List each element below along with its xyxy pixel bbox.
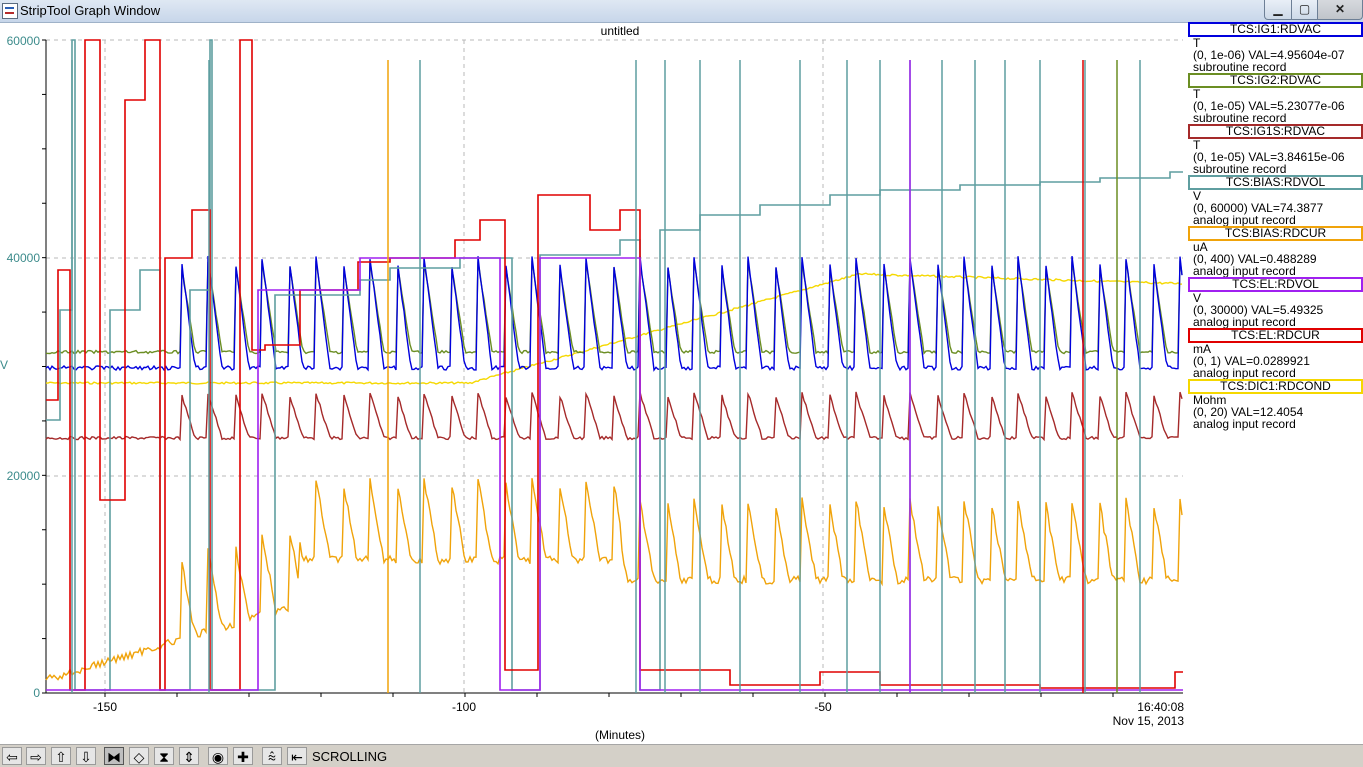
zoom-in-y-button[interactable]: ⧗ <box>154 747 174 765</box>
legend-signal-name[interactable]: TCS:BIAS:RDCUR <box>1188 226 1363 241</box>
zoom-out-y-button[interactable]: ⇕ <box>179 747 199 765</box>
legend-item[interactable]: TCS:IG2:RDVAC T (0, 1e-05) VAL=5.23077e-… <box>1188 73 1363 124</box>
jump-to-now-button[interactable]: ⇤ <box>287 747 307 765</box>
timestamp-time: 16:40:08 <box>1137 700 1184 714</box>
legend-record-type: subroutine record <box>1193 60 1287 74</box>
y-tick-label: 40000 <box>6 251 40 265</box>
legend-item[interactable]: TCS:BIAS:RDCUR uA (0, 400) VAL=0.488289 … <box>1188 226 1363 277</box>
legend-panel: TCS:IG1:RDVAC T (0, 1e-06) VAL=4.95604e-… <box>1188 22 1363 742</box>
zoom-out-x-button[interactable]: ◇ <box>129 747 149 765</box>
legend-signal-name[interactable]: TCS:DIC1:RDCOND <box>1188 379 1363 394</box>
legend-item[interactable]: TCS:IG1S:RDVAC T (0, 1e-05) VAL=3.84615e… <box>1188 124 1363 175</box>
legend-item[interactable]: TCS:IG1:RDVAC T (0, 1e-06) VAL=4.95604e-… <box>1188 22 1363 73</box>
pan-left-button[interactable]: ⇦ <box>2 747 22 765</box>
legend-record-type: analog input record <box>1193 264 1296 278</box>
x-axis-label: (Minutes) <box>594 728 645 742</box>
x-tick-label: -50 <box>814 700 832 714</box>
legend-signal-name[interactable]: TCS:BIAS:RDVOL <box>1188 175 1363 190</box>
legend-record-type: analog input record <box>1193 366 1296 380</box>
legend-record-type: analog input record <box>1193 315 1296 329</box>
legend-signal-name[interactable]: TCS:IG2:RDVAC <box>1188 73 1363 88</box>
legend-item[interactable]: TCS:BIAS:RDVOL V (0, 60000) VAL=74.3877 … <box>1188 175 1363 226</box>
trace-ig1s-rdvac <box>45 391 1183 442</box>
control-toolbar: ⇦ ⇨ ⇧ ⇩ ⧓ ◇ ⧗ ⇕ ◉ ✚ ⩯ ⇤ SCROLLING <box>0 744 1363 767</box>
legend-record-type: analog input record <box>1193 417 1296 431</box>
legend-signal-name[interactable]: TCS:IG1:RDVAC <box>1188 22 1363 37</box>
legend-signal-name[interactable]: TCS:EL:RDCUR <box>1188 328 1363 343</box>
current-timestamp: 16:40:08 Nov 15, 2013 <box>1090 700 1184 728</box>
legend-item[interactable]: TCS:EL:RDCUR mA (0, 1) VAL=0.0289921 ana… <box>1188 328 1363 379</box>
timestamp-date: Nov 15, 2013 <box>1112 714 1184 728</box>
refresh-button[interactable]: ◉ <box>208 747 228 765</box>
trace-bias-rdcur <box>45 478 1183 681</box>
autoscale-button[interactable]: ⩯ <box>262 747 282 765</box>
strip-chart[interactable] <box>0 0 1363 766</box>
x-tick-label: -150 <box>92 700 118 714</box>
legend-signal-name[interactable]: TCS:EL:RDVOL <box>1188 277 1363 292</box>
x-tick-label: -100 <box>451 700 477 714</box>
pan-up-button[interactable]: ⇧ <box>51 747 71 765</box>
legend-item[interactable]: TCS:DIC1:RDCOND Mohm (0, 20) VAL=12.4054… <box>1188 379 1363 430</box>
y-tick-label: 0 <box>33 686 40 700</box>
y-tick-label: 60000 <box>6 34 40 48</box>
zoom-in-x-button[interactable]: ⧓ <box>104 747 124 765</box>
pan-right-button[interactable]: ⇨ <box>26 747 46 765</box>
y-tick-label: 20000 <box>6 469 40 483</box>
legend-signal-name[interactable]: TCS:IG1S:RDVAC <box>1188 124 1363 139</box>
add-button[interactable]: ✚ <box>233 747 253 765</box>
legend-record-type: analog input record <box>1193 213 1296 227</box>
legend-record-type: subroutine record <box>1193 162 1287 176</box>
y-axis-unit: V <box>0 358 9 372</box>
legend-item[interactable]: TCS:EL:RDVOL V (0, 30000) VAL=5.49325 an… <box>1188 277 1363 328</box>
legend-record-type: subroutine record <box>1193 111 1287 125</box>
scrolling-mode-label: SCROLLING <box>312 749 388 764</box>
pan-down-button[interactable]: ⇩ <box>76 747 96 765</box>
